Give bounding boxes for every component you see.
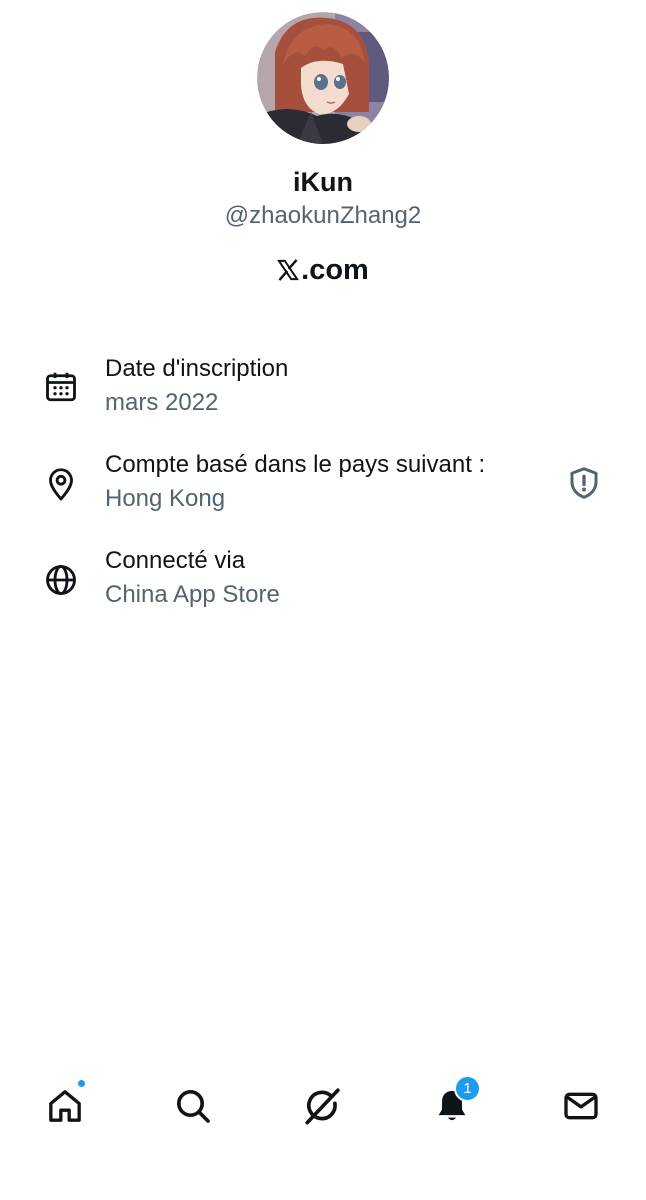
notification-badge: 1 <box>454 1075 481 1102</box>
info-row-country: Compte basé dans le pays suivant : Hong … <box>0 450 646 530</box>
join-date-value: mars 2022 <box>105 389 219 416</box>
tab-grok[interactable] <box>299 1082 347 1130</box>
join-date-label: Date d'inscription <box>105 355 289 382</box>
connected-via-value: China App Store <box>105 581 280 608</box>
home-icon <box>49 1090 81 1122</box>
site-name: .com <box>277 252 369 288</box>
country-value: Hong Kong <box>105 485 226 512</box>
location-pin-icon <box>49 468 73 501</box>
profile-header: iKun @zhaokunZhang2 .com <box>0 12 646 288</box>
bottom-tab-bar: 1 <box>0 1070 646 1140</box>
country-label: Compte basé dans le pays suivant : <box>105 451 486 478</box>
search-icon <box>177 1090 210 1123</box>
home-unread-dot <box>76 1078 87 1089</box>
tab-home[interactable] <box>41 1078 89 1130</box>
tab-messages[interactable] <box>557 1082 605 1130</box>
info-row-join-date: Date d'inscription mars 2022 <box>0 354 646 434</box>
user-handle: @zhaokunZhang2 <box>224 202 422 229</box>
profile-about-screen: iKun @zhaokunZhang2 .com Date d'inscript… <box>0 0 646 1200</box>
tab-search[interactable] <box>169 1082 217 1130</box>
info-row-text: Connecté via China App Store <box>105 546 280 610</box>
connected-via-label: Connecté via <box>105 547 246 574</box>
tab-notifications[interactable]: 1 <box>428 1075 481 1130</box>
info-row-text: Compte basé dans le pays suivant : Hong … <box>105 450 485 514</box>
avatar[interactable] <box>257 12 389 144</box>
calendar-icon <box>46 372 76 402</box>
grok-icon <box>305 1088 340 1125</box>
info-row-text: Date d'inscription mars 2022 <box>105 354 288 418</box>
shield-exclamation-icon[interactable] <box>566 465 602 501</box>
site-suffix: .com <box>301 254 369 286</box>
envelope-icon <box>564 1092 598 1120</box>
display-name: iKun <box>293 167 353 197</box>
info-row-connected-via: Connecté via China App Store <box>0 546 646 626</box>
x-logo-icon <box>277 259 300 281</box>
globe-icon <box>46 565 76 595</box>
